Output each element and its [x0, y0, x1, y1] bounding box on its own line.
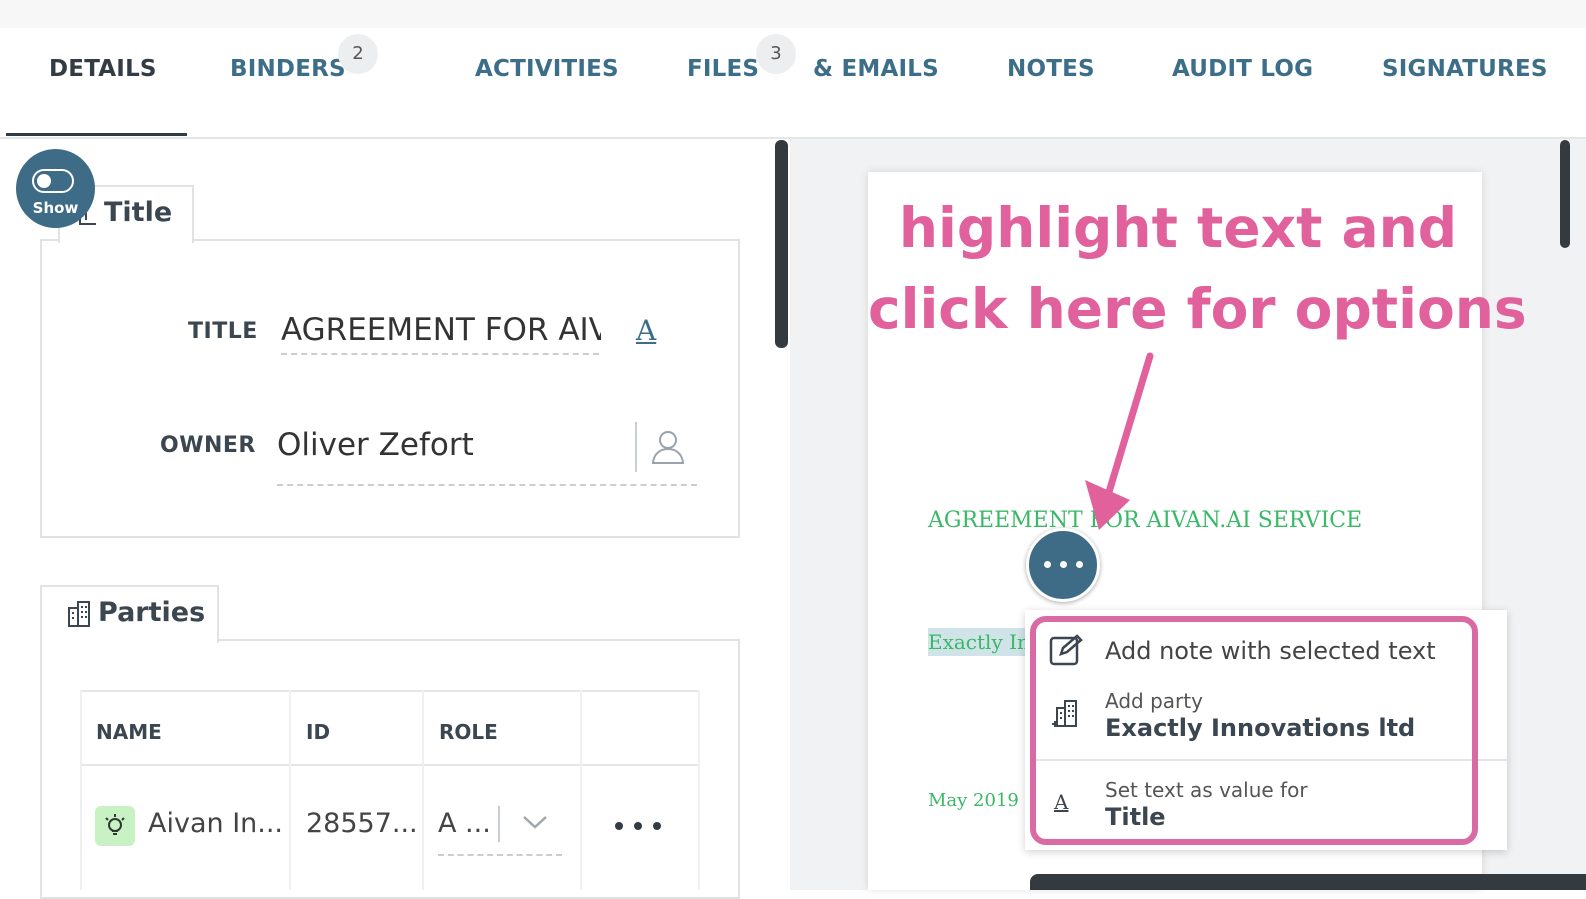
annotation-line-2: click here for options [868, 277, 1527, 341]
owner-field-underline [277, 484, 697, 486]
user-icon[interactable] [650, 428, 686, 470]
column-divider [580, 690, 582, 890]
title-field-underline [281, 353, 599, 355]
tab-binders[interactable]: BINDERS [230, 56, 346, 82]
role-divider [498, 806, 500, 842]
binders-count-badge: 2 [338, 34, 378, 74]
show-toggle[interactable]: Show [16, 149, 95, 228]
owner-divider [635, 422, 637, 472]
role-underline [438, 854, 562, 856]
viewer-horizontal-scrollbar[interactable] [1030, 874, 1586, 890]
viewer-scrollbar[interactable] [1560, 140, 1570, 248]
selected-text[interactable]: Exactly Innovations ltd [928, 628, 1028, 656]
party-type-icon [95, 806, 135, 846]
owner-field-input[interactable]: Oliver Zefort [277, 427, 617, 463]
table-header-row [80, 690, 700, 766]
annotation-arrow-icon [1075, 352, 1165, 536]
building-icon [67, 600, 91, 632]
tab-files[interactable]: FILES [687, 56, 759, 82]
owner-field-label: OWNER [160, 433, 256, 458]
row-more-icon[interactable] [614, 816, 664, 835]
menu-highlight-outline [1030, 616, 1478, 845]
column-divider [80, 690, 82, 890]
parties-card-heading: Parties [98, 597, 206, 628]
tab-emails[interactable]: & EMAILS [813, 56, 939, 82]
toggle-label: Show [32, 199, 79, 217]
toggle-switch-icon [32, 169, 74, 193]
document-date[interactable]: May 2019 [928, 790, 1019, 811]
title-card [40, 239, 740, 538]
party-role-select[interactable]: A ... [438, 808, 491, 839]
column-header-name[interactable]: NAME [96, 720, 162, 744]
column-divider [422, 690, 424, 890]
tab-activities[interactable]: ACTIVITIES [475, 56, 619, 82]
annotation-line-1: highlight text and [898, 196, 1458, 260]
party-id: 28557... [306, 808, 418, 839]
column-divider [289, 690, 291, 890]
details-scrollbar[interactable] [775, 140, 788, 348]
column-header-role[interactable]: ROLE [439, 720, 498, 744]
tab-notes[interactable]: NOTES [1007, 56, 1095, 82]
tab-signatures[interactable]: SIGNATURES [1382, 56, 1548, 82]
text-format-icon[interactable]: A [636, 314, 656, 347]
top-strip [0, 0, 1586, 28]
parties-table: NAME ID ROLE Aivan In... 28557... A ... [80, 690, 700, 890]
column-divider [698, 690, 700, 890]
title-field-label: TITLE [188, 319, 258, 344]
title-field-input[interactable]: AGREEMENT FOR AIV [281, 312, 601, 348]
selection-options-button[interactable] [1026, 528, 1100, 602]
title-card-heading: Title [104, 197, 173, 228]
tab-details[interactable]: DETAILS [49, 56, 157, 82]
chevron-down-icon[interactable] [522, 814, 548, 834]
active-tab-indicator [6, 133, 187, 136]
files-count-badge: 3 [756, 34, 796, 74]
tab-audit-log[interactable]: AUDIT LOG [1172, 56, 1313, 82]
column-header-id[interactable]: ID [306, 720, 330, 744]
party-name[interactable]: Aivan In... [148, 808, 283, 839]
